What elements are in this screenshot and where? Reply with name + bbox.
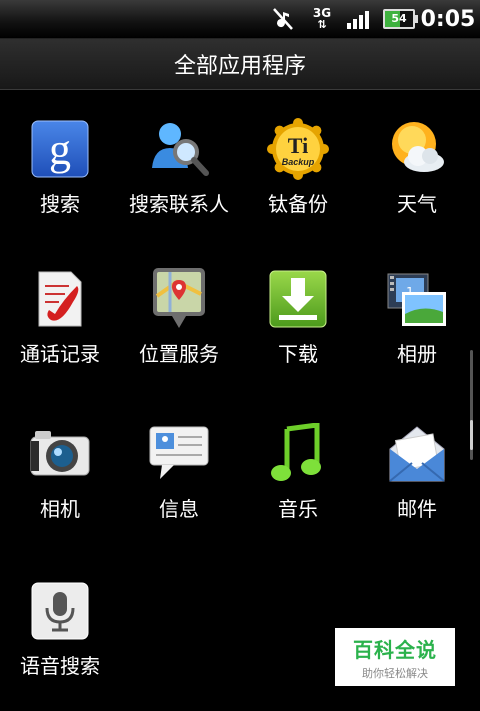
app-contact-search[interactable]: 搜索联系人 xyxy=(119,118,239,238)
status-time: 0:05 xyxy=(420,6,476,32)
battery-level: 54 xyxy=(383,9,418,29)
app-label: 位置服务 xyxy=(139,342,219,366)
mute-icon xyxy=(268,0,298,38)
app-label: 邮件 xyxy=(397,497,437,521)
app-search[interactable]: g 搜索 xyxy=(0,118,120,238)
contact-search-icon xyxy=(148,118,210,180)
google-search-icon: g xyxy=(29,118,91,180)
app-downloads[interactable]: 下载 xyxy=(238,268,358,388)
svg-text:Backup: Backup xyxy=(282,157,315,167)
app-label: 相机 xyxy=(40,497,80,521)
map-location-icon xyxy=(148,268,210,330)
mail-icon xyxy=(386,423,448,485)
watermark-subtitle: 助你轻松解决 xyxy=(362,666,428,680)
app-gallery[interactable]: 1 相册 xyxy=(357,268,477,388)
gallery-icon: 1 xyxy=(386,268,448,330)
battery-icon: 54 xyxy=(381,0,418,38)
music-icon xyxy=(267,423,329,485)
app-weather[interactable]: 天气 xyxy=(357,118,477,238)
app-voice-search[interactable]: 语音搜索 xyxy=(0,580,120,700)
app-label: 钛备份 xyxy=(268,192,328,216)
svg-text:g: g xyxy=(49,125,71,174)
app-camera[interactable]: 相机 xyxy=(0,423,120,543)
svg-text:Ti: Ti xyxy=(288,133,308,158)
app-label: 相册 xyxy=(397,342,437,366)
app-location-services[interactable]: 位置服务 xyxy=(119,268,239,388)
titanium-backup-icon: Ti Backup xyxy=(267,118,329,180)
app-label: 天气 xyxy=(397,192,437,216)
watermark-title: 百科全说 xyxy=(353,637,437,662)
page-title-bar: 全部应用程序 xyxy=(0,39,480,90)
app-music[interactable]: 音乐 xyxy=(238,423,358,543)
app-titanium-backup[interactable]: Ti Backup 钛备份 xyxy=(238,118,358,238)
status-bar: 3G ⇅ 54 0:05 xyxy=(0,0,480,39)
app-mail[interactable]: 邮件 xyxy=(357,423,477,543)
app-label: 搜索联系人 xyxy=(129,192,229,216)
page-title: 全部应用程序 xyxy=(173,54,306,79)
weather-icon xyxy=(386,118,448,180)
download-icon xyxy=(267,268,329,330)
voice-search-icon xyxy=(29,580,91,642)
messages-icon xyxy=(148,423,210,485)
app-label: 语音搜索 xyxy=(20,654,100,678)
app-call-log[interactable]: 通话记录 xyxy=(0,268,120,388)
scrollbar-thumb[interactable] xyxy=(470,420,473,450)
app-messages[interactable]: 信息 xyxy=(119,423,239,543)
data-3g-icon: 3G ⇅ xyxy=(312,6,332,31)
app-label: 音乐 xyxy=(278,497,318,521)
watermark-logo: 百科全说 助你轻松解决 xyxy=(335,628,455,686)
app-label: 搜索 xyxy=(40,192,80,216)
app-label: 信息 xyxy=(159,497,199,521)
app-label: 下载 xyxy=(278,342,318,366)
call-log-icon xyxy=(29,268,91,330)
app-label: 通话记录 xyxy=(20,342,100,366)
camera-icon xyxy=(29,423,91,485)
app-grid: g 搜索 搜索联系人 Ti Backup 钛备份 天气 通话记录 位置服务 下载… xyxy=(0,90,470,711)
scrollbar[interactable] xyxy=(470,350,473,460)
signal-icon xyxy=(344,0,374,38)
